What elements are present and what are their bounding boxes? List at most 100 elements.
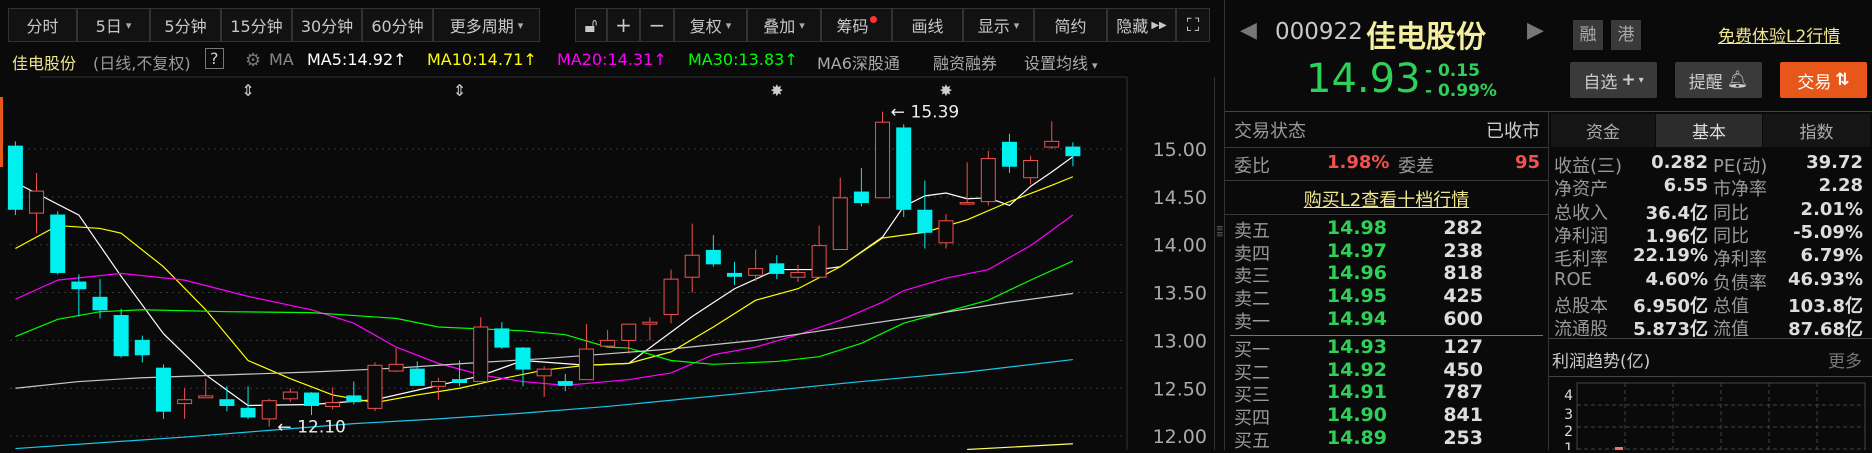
metric-value: 2.01% xyxy=(1800,198,1863,220)
candle[interactable] xyxy=(1001,133,1017,173)
metric-label: 同比 xyxy=(1713,225,1749,247)
candle[interactable] xyxy=(790,264,806,283)
ma30-line xyxy=(15,260,1074,365)
level-price: 14.93 xyxy=(1326,336,1387,358)
candle[interactable] xyxy=(50,211,66,275)
candle-body xyxy=(727,272,742,277)
level-price: 14.94 xyxy=(1326,307,1387,330)
candle[interactable] xyxy=(219,386,235,412)
candle[interactable] xyxy=(1023,155,1039,185)
metric-label: ROE xyxy=(1554,268,1593,290)
candle[interactable] xyxy=(261,398,277,427)
more-link[interactable]: 更多 xyxy=(1828,347,1862,372)
trade-button[interactable]: 交易 ⇅ xyxy=(1780,62,1867,98)
candle[interactable] xyxy=(113,308,129,358)
level-volume: 841 xyxy=(1443,404,1483,427)
level-volume: 282 xyxy=(1443,217,1483,239)
star-icon[interactable]: ✸ xyxy=(770,81,783,100)
candle[interactable] xyxy=(473,317,489,383)
candle[interactable] xyxy=(578,324,594,381)
bid-ask-ratio-value: 1.98% xyxy=(1327,152,1390,173)
candle[interactable] xyxy=(7,141,23,216)
candle[interactable] xyxy=(557,373,573,392)
candle[interactable] xyxy=(896,124,912,217)
candle-body xyxy=(1001,141,1017,167)
candle[interactable] xyxy=(325,387,341,410)
candle[interactable] xyxy=(177,388,193,419)
candle[interactable] xyxy=(980,150,996,206)
candle[interactable] xyxy=(875,111,891,199)
tab-0[interactable]: 资金 xyxy=(1551,114,1655,147)
bid-ask-ratio-label: 委比 xyxy=(1234,156,1270,177)
free-l2-link[interactable]: 免费体验L2行情 xyxy=(1718,22,1840,47)
candle[interactable] xyxy=(388,348,404,372)
hk-connect-tag[interactable]: 港 xyxy=(1611,20,1641,50)
candlestick-chart[interactable]: 15.00 14.50 14.00 13.50 13.00 12.50 12.00 ← 15.3… xyxy=(0,0,1225,450)
candle[interactable] xyxy=(642,317,658,341)
candle[interactable] xyxy=(71,274,87,317)
candle[interactable] xyxy=(663,269,679,324)
level-label: 卖一 xyxy=(1234,311,1270,333)
candle-body xyxy=(261,400,277,420)
metric-value: 2.28 xyxy=(1818,175,1863,197)
candle-body xyxy=(50,214,66,273)
margin-tag[interactable]: 融 xyxy=(1573,20,1603,50)
candle-body xyxy=(155,367,171,412)
divider xyxy=(1214,77,1215,450)
panel-divider xyxy=(1224,0,1225,450)
add-watchlist-button[interactable]: 自选 + ▾ xyxy=(1570,62,1657,98)
plus-icon: + xyxy=(1621,70,1636,90)
candle[interactable] xyxy=(29,172,45,234)
metric-value: 4.60% xyxy=(1645,268,1708,290)
prev-stock-icon[interactable]: ◀ xyxy=(1240,18,1257,43)
candle-body xyxy=(853,191,869,204)
candle[interactable] xyxy=(282,388,298,402)
candle[interactable] xyxy=(536,366,552,397)
candle-body xyxy=(684,254,700,278)
alert-button[interactable]: 提醒 🔔︎ xyxy=(1675,62,1762,98)
candle[interactable] xyxy=(155,364,171,419)
y-tick-label: 14.00 xyxy=(1153,235,1207,257)
stock-code: 000922 xyxy=(1275,19,1363,45)
candle[interactable] xyxy=(198,378,214,399)
candle[interactable] xyxy=(1065,142,1081,167)
candle[interactable] xyxy=(917,180,933,249)
resize-handle[interactable]: ≡ ≡ xyxy=(1216,225,1224,250)
level-volume: 127 xyxy=(1443,336,1483,358)
tab-2[interactable]: 指数 xyxy=(1763,114,1870,147)
candle[interactable] xyxy=(346,381,362,405)
candle[interactable] xyxy=(409,361,425,386)
updown-arrow-icon[interactable]: ⇕ xyxy=(453,81,466,100)
candle-body xyxy=(430,381,446,387)
candle-body xyxy=(980,158,996,203)
star-icon[interactable]: ✸ xyxy=(939,81,952,100)
price-change: - 0.15 xyxy=(1425,61,1480,81)
metric-value: 36.4亿 xyxy=(1645,202,1708,224)
candle[interactable] xyxy=(494,322,510,350)
buy-l2-link[interactable]: 购买L2查看十档行情 xyxy=(1225,186,1548,212)
metric-value: 22.19% xyxy=(1633,245,1708,267)
tab-1[interactable]: 基本 xyxy=(1656,114,1762,147)
candle[interactable] xyxy=(367,362,383,412)
candle[interactable] xyxy=(853,168,869,207)
next-stock-icon[interactable]: ▶ xyxy=(1527,18,1544,43)
candle[interactable] xyxy=(705,235,721,267)
candle[interactable] xyxy=(769,255,785,280)
candle[interactable] xyxy=(727,261,742,285)
updown-arrow-icon[interactable]: ⇕ xyxy=(241,81,254,100)
candle[interactable] xyxy=(832,177,848,250)
candle-body xyxy=(113,315,129,357)
level-price: 14.96 xyxy=(1326,262,1387,285)
candle[interactable] xyxy=(304,392,319,416)
candle[interactable] xyxy=(134,335,150,363)
candle[interactable] xyxy=(938,214,954,249)
candle-body xyxy=(959,202,975,205)
profit-ytick: 4 xyxy=(1564,388,1573,404)
metric-label: 总收入 xyxy=(1554,202,1608,224)
candle[interactable] xyxy=(811,225,827,278)
candle[interactable] xyxy=(1044,121,1060,149)
level-volume: 450 xyxy=(1443,358,1483,381)
candle[interactable] xyxy=(600,329,616,348)
candle[interactable] xyxy=(684,223,700,293)
metric-label: 负债率 xyxy=(1713,272,1767,294)
